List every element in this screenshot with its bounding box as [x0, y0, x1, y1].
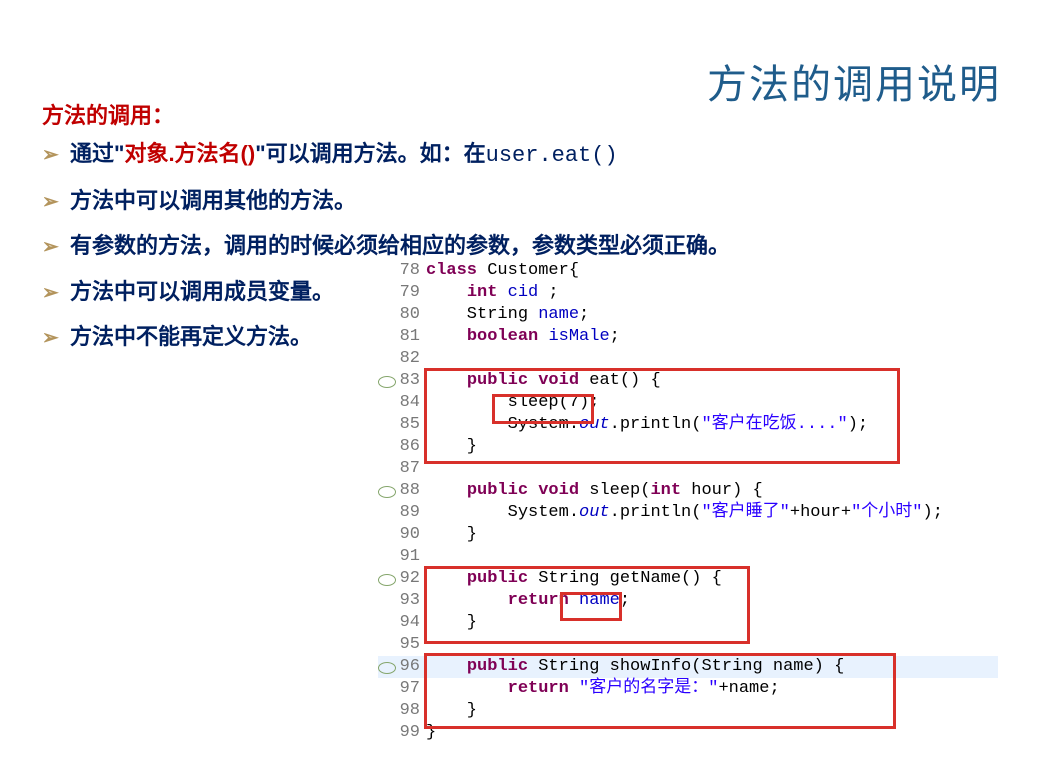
line-number: 95 [378, 634, 426, 656]
code-text: System.out.println("客户睡了"+hour+"个小时"); [426, 502, 998, 524]
code-text: } [426, 722, 998, 744]
code-text: String name; [426, 304, 998, 326]
code-line: 85 System.out.println("客户在吃饭...."); [378, 414, 998, 436]
code-line: 80 String name; [378, 304, 998, 326]
code-text: } [426, 700, 998, 722]
bullet-arrow-icon: ➢ [42, 186, 60, 218]
b1-highlight: 对象.方法名() [124, 141, 255, 166]
line-number: 89 [378, 502, 426, 524]
line-number: 90 [378, 524, 426, 546]
line-number: 93 [378, 590, 426, 612]
code-text [426, 634, 998, 656]
code-line: 92 public String getName() { [378, 568, 998, 590]
code-line: 88 public void sleep(int hour) { [378, 480, 998, 502]
code-snippet: 78class Customer{79 int cid ;80 String n… [378, 260, 998, 744]
line-number: 87 [378, 458, 426, 480]
line-number: 98 [378, 700, 426, 722]
line-number: 91 [378, 546, 426, 568]
line-number: 82 [378, 348, 426, 370]
code-line: 78class Customer{ [378, 260, 998, 282]
line-number: 78 [378, 260, 426, 282]
section-heading: 方法的调用： [42, 98, 1002, 130]
code-line: 95 [378, 634, 998, 656]
code-line: 87 [378, 458, 998, 480]
code-text: System.out.println("客户在吃饭...."); [426, 414, 998, 436]
bullet-arrow-icon: ➢ [42, 231, 60, 263]
code-text: boolean isMale; [426, 326, 998, 348]
bullet-text: 有参数的方法，调用的时候必须给相应的参数，参数类型必须正确。 [70, 228, 730, 263]
code-text: int cid ; [426, 282, 998, 304]
code-text: public String showInfo(String name) { [426, 656, 998, 678]
code-line: 91 [378, 546, 998, 568]
bullet-arrow-icon: ➢ [42, 139, 60, 171]
line-number: 92 [378, 568, 426, 590]
b1-code: user.eat() [486, 143, 618, 168]
code-text: return "客户的名字是："+name; [426, 678, 998, 700]
code-text [426, 546, 998, 568]
bullet-text: 方法中可以调用成员变量。 [70, 274, 334, 309]
code-line: 84 sleep(7); [378, 392, 998, 414]
code-line: 98 } [378, 700, 998, 722]
code-text: return name; [426, 590, 998, 612]
line-number: 97 [378, 678, 426, 700]
code-line: 93 return name; [378, 590, 998, 612]
code-text: public void eat() { [426, 370, 998, 392]
code-text: class Customer{ [426, 260, 998, 282]
line-number: 81 [378, 326, 426, 348]
bullet-item-1: ➢ 通过"对象.方法名()"可以调用方法。如：在user.eat() [42, 136, 1002, 173]
code-text: public void sleep(int hour) { [426, 480, 998, 502]
code-text: } [426, 436, 998, 458]
code-line: 89 System.out.println("客户睡了"+hour+"个小时")… [378, 502, 998, 524]
code-text: sleep(7); [426, 392, 998, 414]
line-number: 80 [378, 304, 426, 326]
bullet-item-2: ➢ 方法中可以调用其他的方法。 [42, 183, 1002, 218]
bullet-arrow-icon: ➢ [42, 322, 60, 354]
code-line: 86 } [378, 436, 998, 458]
code-text: public String getName() { [426, 568, 998, 590]
line-number: 86 [378, 436, 426, 458]
code-line: 79 int cid ; [378, 282, 998, 304]
b1-part-a: 通过" [70, 141, 124, 166]
code-line: 97 return "客户的名字是："+name; [378, 678, 998, 700]
line-number: 94 [378, 612, 426, 634]
line-number: 85 [378, 414, 426, 436]
code-line: 96 public String showInfo(String name) { [378, 656, 998, 678]
bullet-item-3: ➢ 有参数的方法，调用的时候必须给相应的参数，参数类型必须正确。 [42, 228, 1002, 263]
line-number: 96 [378, 656, 426, 678]
line-number: 79 [378, 282, 426, 304]
line-number: 88 [378, 480, 426, 502]
b1-part-c: "可以调用方法。如：在 [255, 141, 485, 166]
code-line: 83 public void eat() { [378, 370, 998, 392]
code-line: 94 } [378, 612, 998, 634]
line-number: 84 [378, 392, 426, 414]
line-number: 83 [378, 370, 426, 392]
bullet-arrow-icon: ➢ [42, 277, 60, 309]
code-text: } [426, 524, 998, 546]
code-text [426, 348, 998, 370]
code-line: 81 boolean isMale; [378, 326, 998, 348]
code-line: 82 [378, 348, 998, 370]
bullet-text: 通过"对象.方法名()"可以调用方法。如：在user.eat() [70, 136, 618, 173]
code-line: 99} [378, 722, 998, 744]
code-text [426, 458, 998, 480]
code-text: } [426, 612, 998, 634]
bullet-text: 方法中不能再定义方法。 [70, 319, 312, 354]
bullet-text: 方法中可以调用其他的方法。 [70, 183, 356, 218]
code-line: 90 } [378, 524, 998, 546]
line-number: 99 [378, 722, 426, 744]
